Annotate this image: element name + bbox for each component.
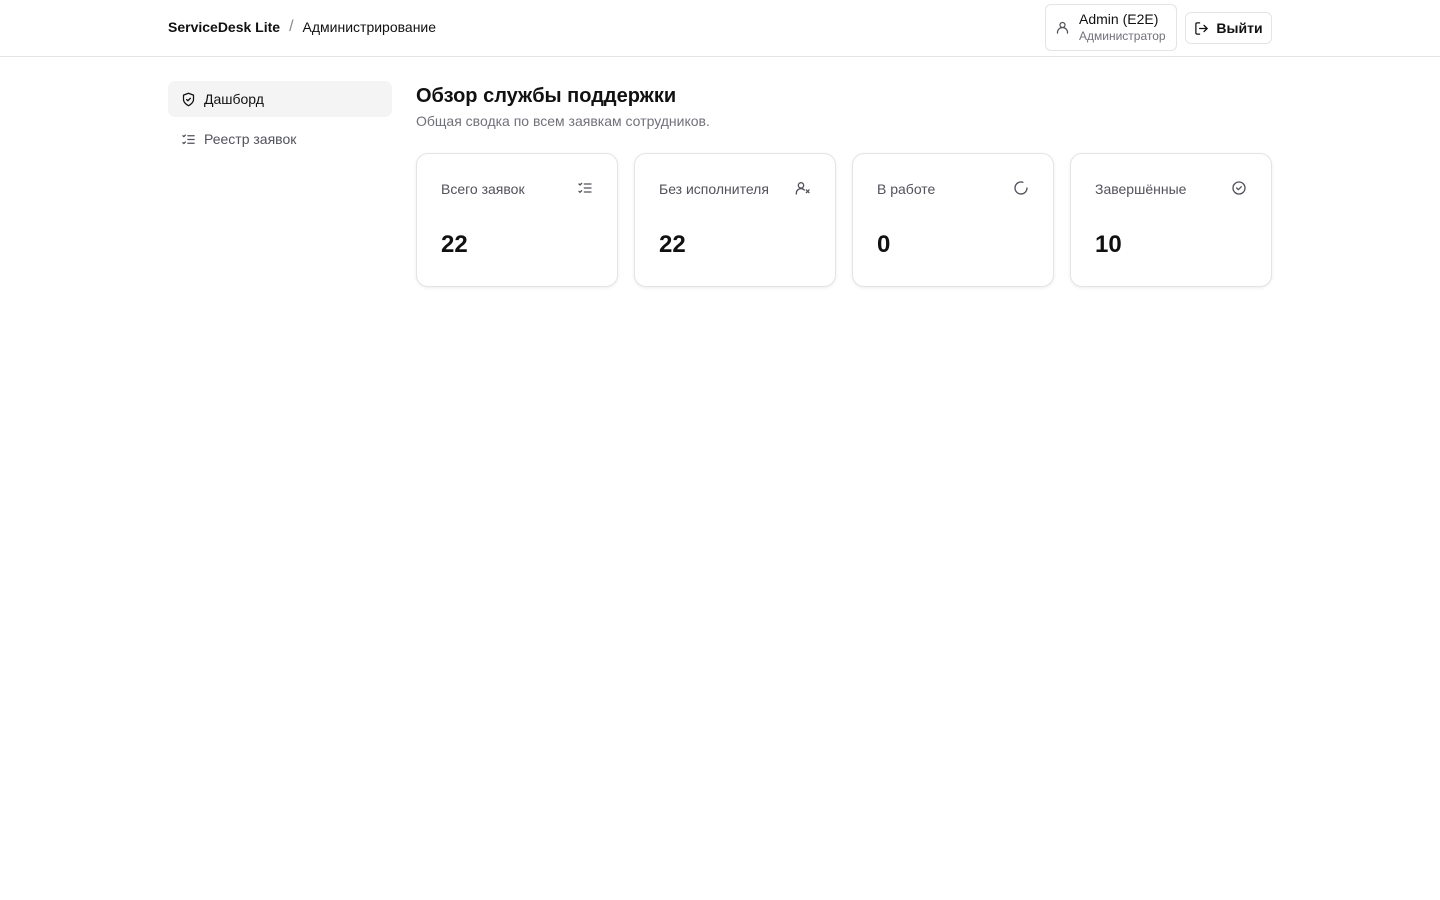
stat-value: 10 xyxy=(1095,231,1122,258)
stat-value: 22 xyxy=(659,231,686,258)
user-name: Admin (E2E) xyxy=(1079,11,1159,28)
top-bar: ServiceDesk Lite / Администрирование Adm… xyxy=(0,0,1440,57)
check-circle-icon xyxy=(1231,180,1247,196)
app-name-link[interactable]: ServiceDesk Lite xyxy=(168,19,280,35)
stat-label: Без исполнителя xyxy=(659,181,769,197)
stat-value: 0 xyxy=(877,231,891,258)
user-menu-button[interactable]: Admin (E2E) Администратор xyxy=(1045,4,1177,51)
logout-label: Выйти xyxy=(1216,20,1263,36)
breadcrumb: ServiceDesk Lite / Администрирование xyxy=(168,18,436,36)
sidebar-item-tickets-registry[interactable]: Реестр заявок xyxy=(168,121,392,157)
stat-value: 22 xyxy=(441,231,468,258)
main-content: Обзор службы поддержки Общая сводка по в… xyxy=(416,84,1272,130)
page-title: Обзор службы поддержки xyxy=(416,85,677,107)
breadcrumb-separator: / xyxy=(289,18,294,35)
sidebar-item-label: Дашборд xyxy=(204,91,264,107)
logout-button[interactable]: Выйти xyxy=(1185,12,1272,44)
user-icon xyxy=(1055,20,1070,35)
stat-label: В работе xyxy=(877,181,936,197)
page-subtitle: Общая сводка по всем заявкам сотрудников… xyxy=(416,113,710,129)
list-checks-icon xyxy=(577,180,593,196)
sidebar-item-dashboard[interactable]: Дашборд xyxy=(168,81,392,117)
stat-card-completed: Завершённые 10 xyxy=(1070,153,1272,287)
list-checks-icon xyxy=(181,132,196,147)
stat-label: Всего заявок xyxy=(441,181,525,197)
user-role: Администратор xyxy=(1079,29,1166,44)
logout-icon xyxy=(1194,21,1209,36)
user-info: Admin (E2E) Администратор xyxy=(1079,11,1166,43)
breadcrumb-section: Администрирование xyxy=(302,19,437,35)
stats-cards: Всего заявок 22 Без исполнителя 22 В раб… xyxy=(416,153,1272,287)
stat-card-total: Всего заявок 22 xyxy=(416,153,618,287)
stat-label: Завершённые xyxy=(1095,181,1187,197)
sidebar-item-label: Реестр заявок xyxy=(204,131,297,147)
stat-card-unassigned: Без исполнителя 22 xyxy=(634,153,836,287)
sidebar: Дашборд Реестр заявок xyxy=(168,81,392,161)
stat-card-in-progress: В работе 0 xyxy=(852,153,1054,287)
loader-icon xyxy=(1013,180,1029,196)
shield-check-icon xyxy=(181,92,196,107)
user-x-icon xyxy=(795,180,811,196)
